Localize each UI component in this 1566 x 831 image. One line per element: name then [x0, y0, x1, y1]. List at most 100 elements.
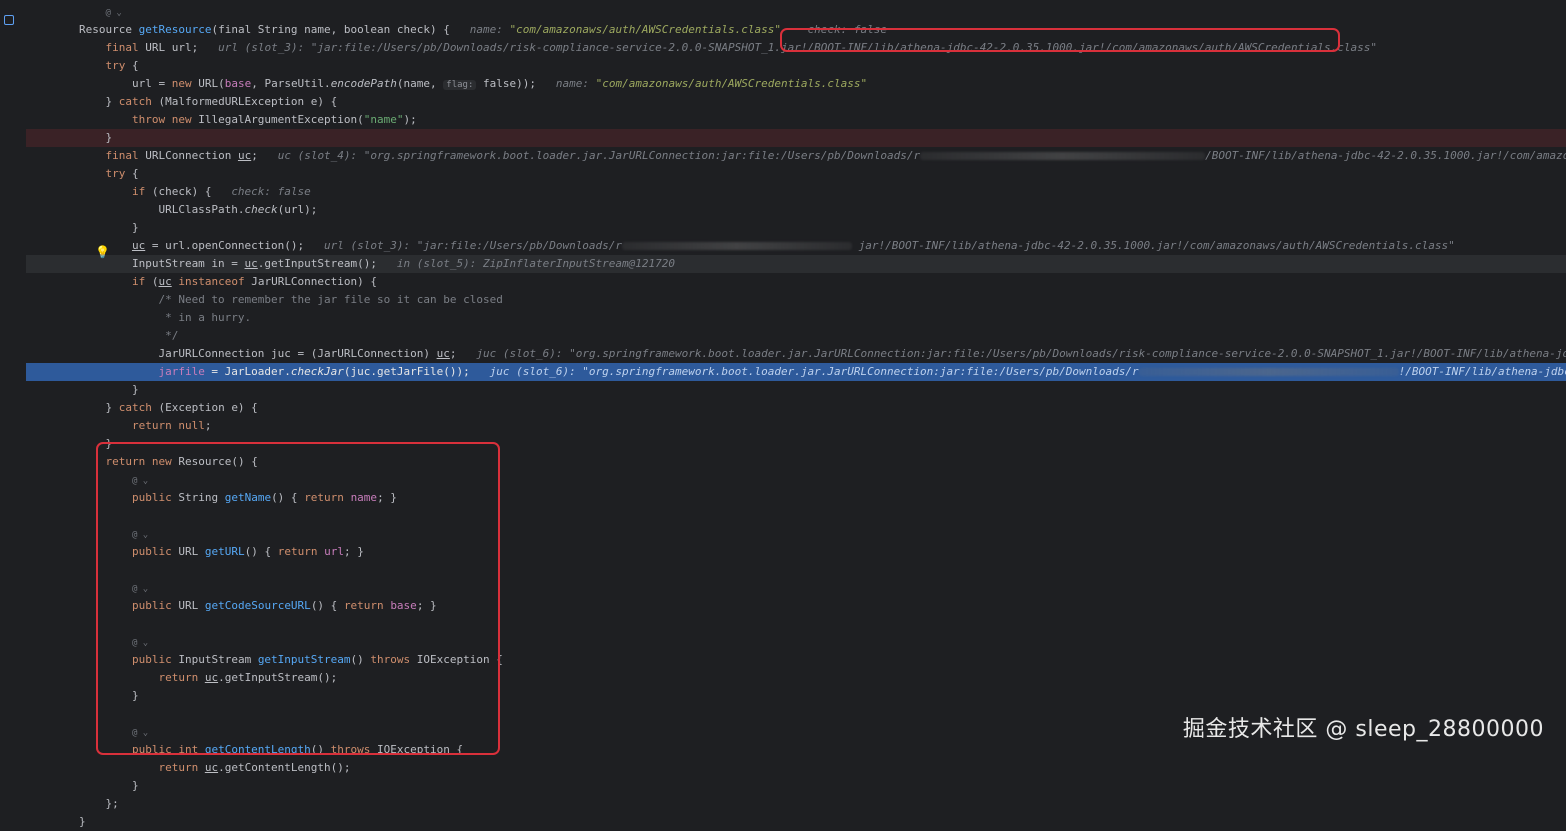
editor-gutter[interactable] — [0, 0, 26, 765]
code-line[interactable]: public URL getURL() { return url; } — [26, 543, 1566, 561]
code-token: @ ⌄ — [131, 638, 149, 648]
code-line[interactable]: final URLConnection uc; uc (slot_4): "or… — [26, 147, 1566, 165]
code-line[interactable]: return new Resource() { — [26, 453, 1566, 471]
code-line[interactable]: Resource getResource(final String name, … — [26, 21, 1566, 39]
code-token: final — [105, 41, 139, 54]
code-line[interactable]: */ — [26, 327, 1566, 345]
code-line[interactable]: } catch (Exception e) { — [26, 399, 1566, 417]
code-token: URL url; — [138, 41, 219, 54]
code-line[interactable] — [26, 507, 1566, 525]
code-token: URL — [171, 599, 205, 612]
code-line[interactable]: throw new IllegalArgumentException("name… — [26, 111, 1566, 129]
code-token: () { — [310, 599, 344, 612]
code-token: IllegalArgumentException( — [191, 113, 364, 126]
code-token: uc — [244, 257, 258, 270]
code-token: catch — [118, 401, 152, 414]
code-line[interactable]: @ ⌄ — [26, 579, 1566, 597]
code-token: name: — [469, 23, 510, 36]
code-line[interactable]: } — [26, 381, 1566, 399]
code-token: uc — [436, 347, 450, 360]
code-token: URLClassPath. — [26, 203, 245, 216]
code-token: return — [343, 599, 384, 612]
code-token: } — [26, 131, 113, 144]
code-token: JarURLConnection) { — [244, 275, 378, 288]
code-line[interactable]: } — [26, 777, 1566, 795]
code-line[interactable]: try { — [26, 165, 1566, 183]
code-editor[interactable]: @ ⌄ Resource getResource(final String na… — [0, 0, 1566, 828]
code-line[interactable]: public String getName() { return name; } — [26, 489, 1566, 507]
watermark: 掘金技术社区 @ sleep_28800000 — [1182, 717, 1544, 742]
code-line[interactable]: @ ⌄ — [26, 525, 1566, 543]
code-token: in (slot_5): ZipInflaterInputStream@1217… — [396, 257, 676, 270]
code-line[interactable]: } — [26, 219, 1566, 237]
code-token: public — [131, 599, 172, 612]
code-token: = JarLoader. — [204, 365, 291, 378]
code-token: Resource() { — [171, 455, 258, 468]
code-token: (name, — [396, 77, 444, 90]
code-line[interactable]: URLClassPath.check(url); — [26, 201, 1566, 219]
code-line[interactable]: jarfile = JarLoader.checkJar(juc.getJarF… — [26, 363, 1566, 381]
code-line[interactable]: } — [26, 435, 1566, 453]
code-token: uc — [237, 149, 252, 162]
code-token: .getInputStream(); — [257, 257, 397, 270]
redacted-text — [920, 152, 1206, 160]
redacted-text — [622, 242, 853, 250]
code-line[interactable] — [26, 561, 1566, 579]
code-token: ); — [403, 113, 417, 126]
code-token: ( — [145, 275, 159, 288]
code-token: jarfile — [158, 365, 205, 378]
code-token: @ ⌄ — [131, 584, 149, 594]
code-line[interactable]: final URL url; url (slot_3): "jar:file:/… — [26, 39, 1566, 57]
code-line[interactable]: @ ⌄ — [26, 471, 1566, 489]
method-marker-icon[interactable] — [4, 15, 14, 25]
code-line[interactable]: }; — [26, 795, 1566, 813]
lightbulb-icon[interactable]: 💡 — [95, 245, 110, 259]
code-line[interactable]: @ ⌄ — [26, 3, 1566, 21]
code-token: InputStream — [171, 653, 258, 666]
code-line[interactable]: return uc.getInputStream(); — [26, 669, 1566, 687]
code-token: url (slot_3): "jar:file:/Users/pb/Downlo… — [218, 41, 1378, 54]
code-token: "com/amazonaws/auth/AWSCredentials.class… — [509, 23, 782, 36]
code-line[interactable]: url = new URL(base, ParseUtil.encodePath… — [26, 75, 1566, 93]
code-line[interactable]: /* Need to remember the jar file so it c… — [26, 291, 1566, 309]
code-token: .getContentLength(); — [218, 761, 351, 774]
code-line[interactable]: return uc.getContentLength(); — [26, 759, 1566, 777]
code-token: () — [310, 743, 331, 756]
code-line[interactable]: @ ⌄ — [26, 633, 1566, 651]
code-line[interactable]: return null; — [26, 417, 1566, 435]
code-token: } — [26, 401, 119, 414]
code-line[interactable]: } — [26, 687, 1566, 705]
code-line[interactable]: if (uc instanceof JarURLConnection) { — [26, 273, 1566, 291]
code-line[interactable]: uc = url.openConnection(); url (slot_3):… — [26, 237, 1566, 255]
param-hint: flag: — [443, 80, 477, 90]
code-token: ; — [251, 149, 278, 162]
code-line[interactable]: InputStream in = uc.getInputStream(); in… — [26, 255, 1566, 273]
code-line[interactable]: JarURLConnection juc = (JarURLConnection… — [26, 345, 1566, 363]
code-token: () — [350, 653, 371, 666]
code-token: try — [105, 59, 126, 72]
code-token: return — [158, 671, 199, 684]
code-token: url = — [26, 77, 172, 90]
code-line[interactable]: } — [26, 129, 1566, 147]
code-line[interactable]: } — [26, 813, 1566, 831]
code-token: InputStream in = — [26, 257, 245, 270]
code-line[interactable]: public int getContentLength() throws IOE… — [26, 741, 1566, 759]
code-line[interactable]: public InputStream getInputStream() thro… — [26, 651, 1566, 669]
code-line[interactable]: public URL getCodeSourceURL() { return b… — [26, 597, 1566, 615]
code-line[interactable]: } catch (MalformedURLException e) { — [26, 93, 1566, 111]
code-token: "name" — [363, 113, 404, 126]
code-token: @ ⌄ — [105, 8, 122, 18]
code-token: } — [26, 815, 86, 828]
code-line[interactable] — [26, 615, 1566, 633]
code-line[interactable]: try { — [26, 57, 1566, 75]
code-token: return null — [131, 419, 205, 432]
code-line[interactable]: * in a hurry. — [26, 309, 1566, 327]
code-token: public int — [131, 743, 199, 756]
code-line[interactable]: if (check) { check: false — [26, 183, 1566, 201]
